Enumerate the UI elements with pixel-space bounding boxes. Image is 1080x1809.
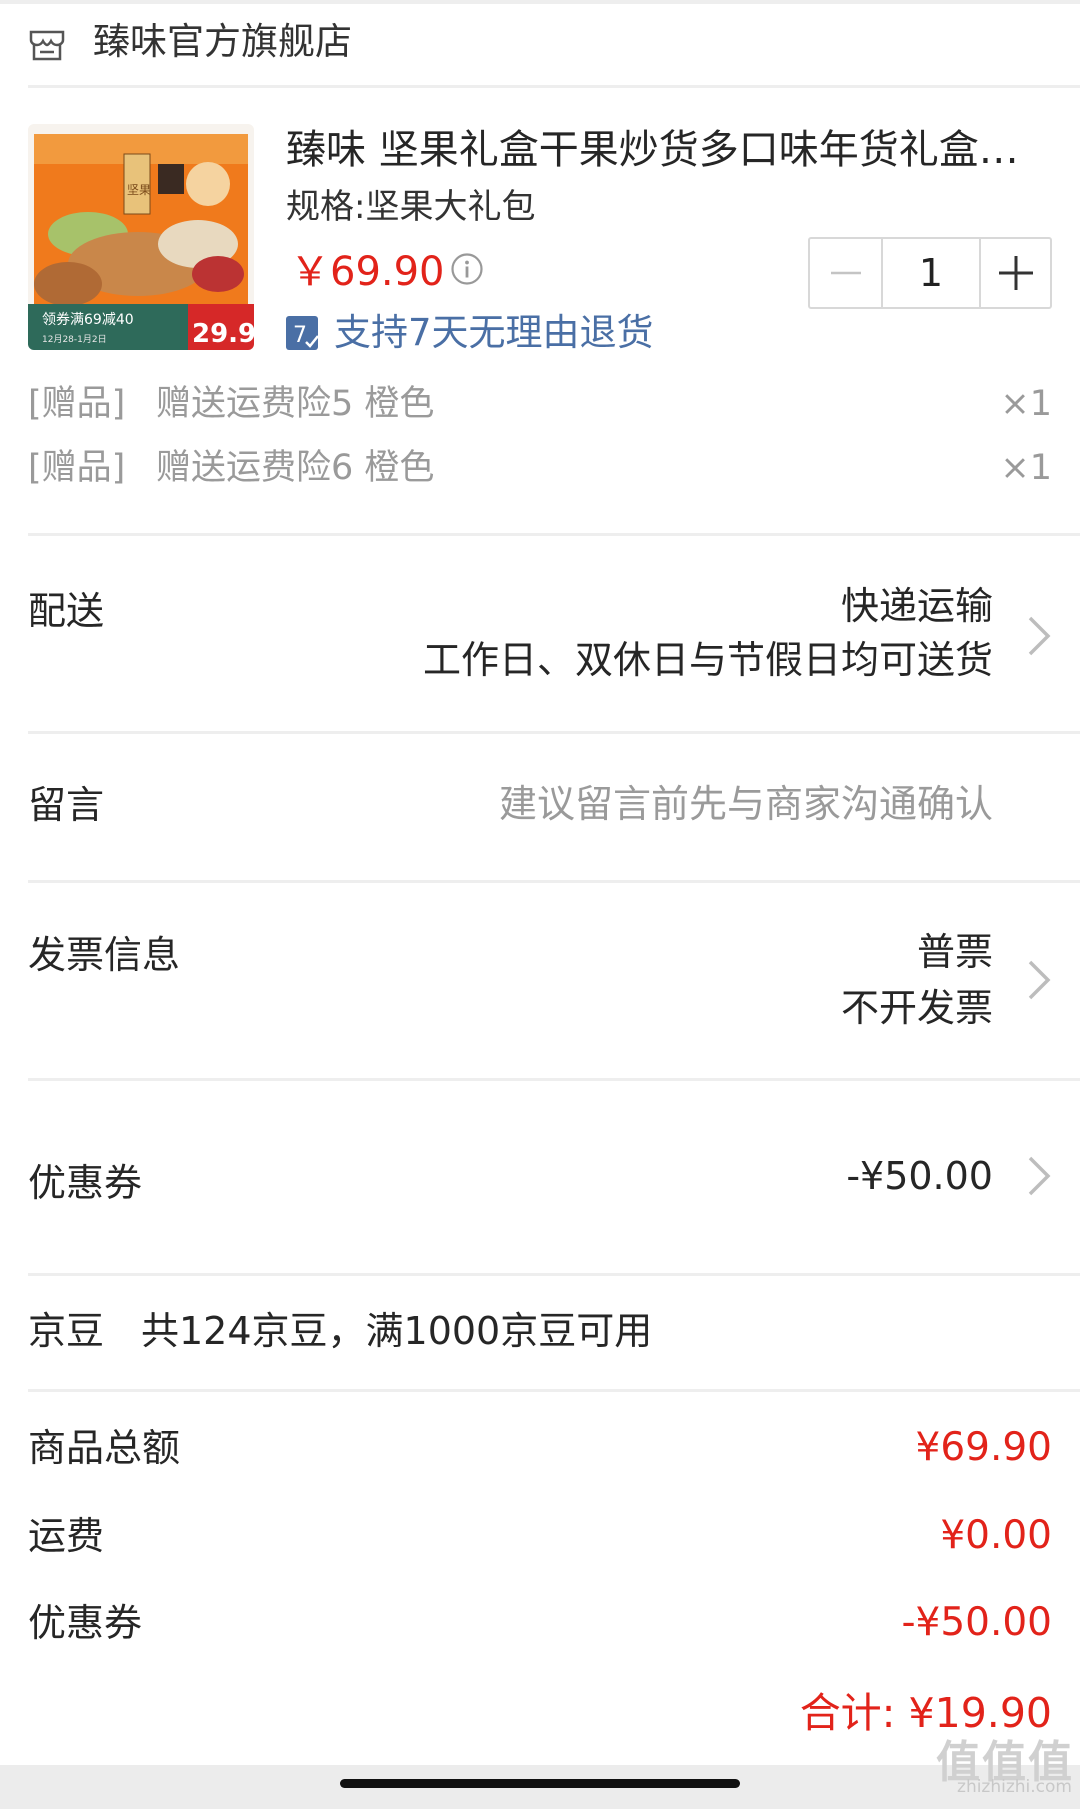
- product-title[interactable]: 臻味 坚果礼盒干果炒货多口味年货礼盒零…: [286, 124, 1056, 176]
- divider: [28, 1273, 1080, 1276]
- divider: [28, 1078, 1080, 1081]
- thumb-box-label: 坚果: [127, 183, 151, 197]
- divider: [28, 880, 1080, 883]
- quantity-stepper: 1: [808, 237, 1052, 309]
- return-badge-icon: 7: [286, 316, 319, 350]
- summary-value-subtotal: ¥69.90: [915, 1425, 1052, 1470]
- message-input[interactable]: 建议留言前先与商家沟通确认: [499, 778, 993, 830]
- gift-item: [赠品] 赠送运费险5 橙色 ×1: [28, 378, 1052, 430]
- store-name: 臻味官方旗舰店: [93, 20, 352, 63]
- store-icon: [29, 30, 65, 61]
- chevron-right-icon: [1028, 1156, 1051, 1196]
- jingdou-label: 京豆: [28, 1309, 105, 1353]
- thumb-coupon-text: 领券满69减40: [42, 312, 134, 328]
- info-icon[interactable]: [450, 252, 484, 286]
- gift-qty: ×1: [1000, 448, 1052, 488]
- gift-qty: ×1: [1000, 384, 1052, 424]
- gift-tag: [赠品]: [28, 384, 126, 424]
- chevron-right-icon: [1028, 616, 1051, 656]
- invoice-status: 不开发票: [840, 986, 993, 1030]
- thumb-price-text: 29.9: [192, 319, 254, 349]
- gift-tag: [赠品]: [28, 448, 126, 488]
- delivery-label: 配送: [28, 589, 105, 633]
- quantity-input[interactable]: 1: [883, 239, 981, 307]
- gift-name: 赠送运费险5 橙色: [156, 384, 435, 424]
- thumb-date-text: 12月28-1月2日: [42, 334, 107, 345]
- product-price: ￥69.90: [290, 249, 445, 295]
- summary-value-coupon: -¥50.00: [901, 1600, 1052, 1645]
- divider: [28, 533, 1080, 536]
- store-header[interactable]: 臻味官方旗舰店: [0, 0, 1080, 86]
- divider: [28, 1389, 1080, 1392]
- summary-label-shipping: 运费: [28, 1514, 105, 1558]
- gift-name: 赠送运费险6 橙色: [156, 448, 435, 488]
- message-label: 留言: [28, 783, 105, 827]
- plus-icon: [998, 256, 1033, 290]
- chevron-right-icon: [1028, 960, 1051, 1000]
- delivery-method: 快递运输: [840, 584, 993, 628]
- summary-label-coupon: 优惠券: [28, 1601, 143, 1645]
- increment-button[interactable]: [981, 239, 1050, 307]
- divider: [28, 731, 1080, 734]
- return-badge-number: 7: [293, 323, 307, 348]
- jingdou-info: 共124京豆，满1000京豆可用: [141, 1309, 653, 1353]
- minus-icon: [830, 271, 861, 275]
- delivery-schedule: 工作日、双休日与节假日均可送货: [422, 638, 993, 682]
- home-indicator[interactable]: [340, 1779, 740, 1788]
- product-thumbnail[interactable]: 领券满69减40 12月28-1月2日 29.9 坚果: [28, 124, 254, 350]
- return-policy-link[interactable]: 支持7天无理由退货: [334, 308, 654, 358]
- coupon-label: 优惠券: [28, 1161, 143, 1205]
- summary-value-shipping: ¥0.00: [940, 1513, 1052, 1558]
- product-spec: 规格:坚果大礼包: [286, 187, 536, 227]
- invoice-label: 发票信息: [28, 933, 181, 977]
- coupon-value: -¥50.00: [846, 1154, 993, 1198]
- gift-item: [赠品] 赠送运费险6 橙色 ×1: [28, 442, 1052, 494]
- watermark-url: zhizhizhi.com: [957, 1777, 1072, 1797]
- invoice-type: 普票: [916, 930, 993, 974]
- decrement-button[interactable]: [810, 239, 883, 307]
- product-image: 领券满69减40 12月28-1月2日 29.9 坚果: [28, 124, 254, 350]
- divider: [28, 85, 1080, 88]
- summary-label-subtotal: 商品总额: [28, 1426, 181, 1470]
